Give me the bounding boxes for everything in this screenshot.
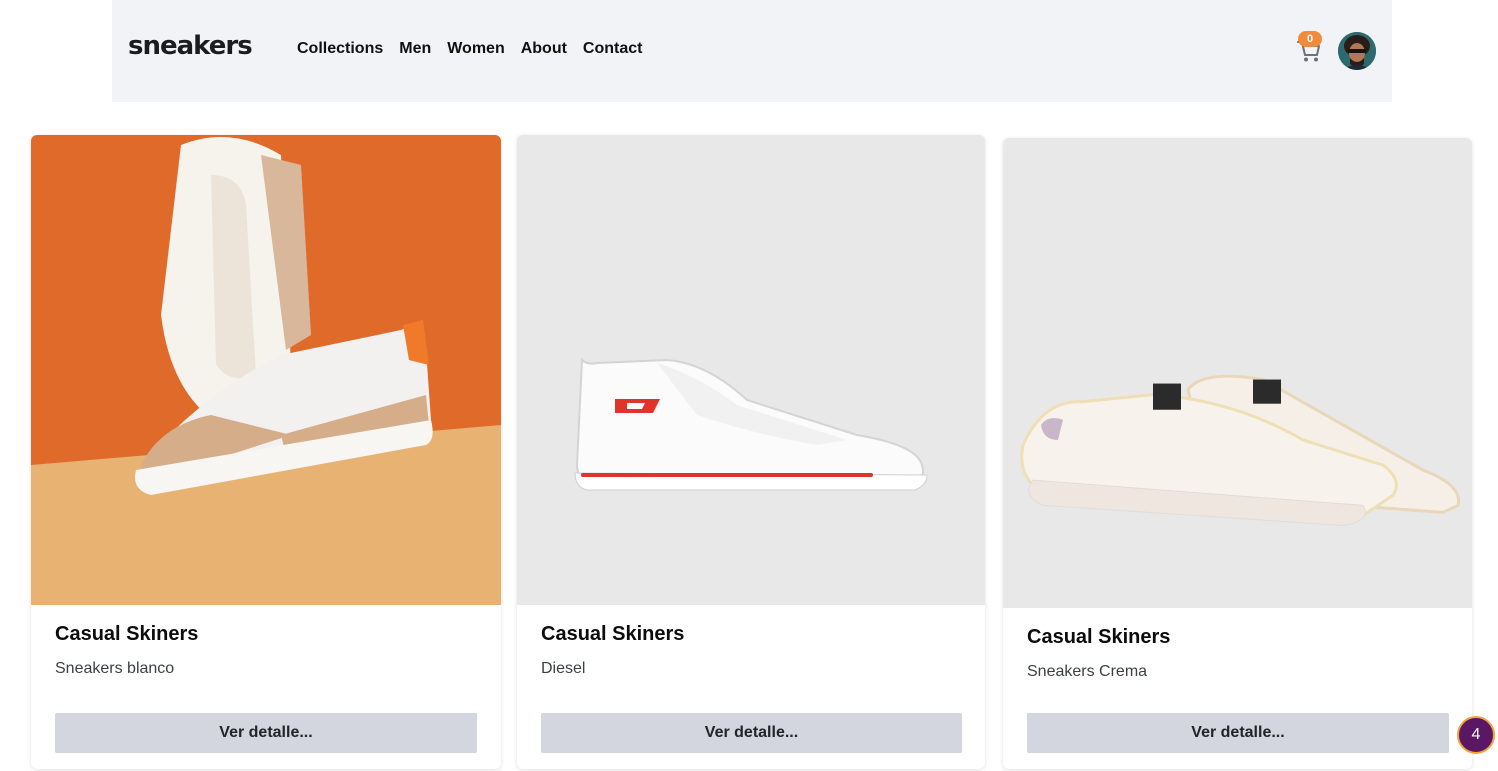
product-title: Casual Skiners [55,623,199,645]
nav-about[interactable]: About [521,40,567,58]
product-card: Casual Skiners Sneakers Crema Ver detall… [1003,138,1472,769]
product-title: Casual Skiners [541,623,685,645]
view-detail-button[interactable]: Ver detalle... [1027,713,1449,753]
view-detail-button[interactable]: Ver detalle... [55,713,477,753]
floating-count-button[interactable]: 4 [1457,716,1495,754]
nav-collections[interactable]: Collections [297,40,383,58]
product-subtitle: Sneakers Crema [1027,663,1148,680]
product-card: Casual Skiners Diesel Ver detalle... [517,135,985,769]
user-avatar[interactable] [1338,32,1376,70]
product-image-white-sneakers [31,135,501,605]
product-image-diesel-hightop [517,135,985,605]
product-title: Casual Skiners [1027,626,1171,648]
site-logo[interactable]: sneakers [128,31,253,61]
view-detail-button[interactable]: Ver detalle... [541,713,962,753]
nav-women[interactable]: Women [447,40,504,58]
nav-men[interactable]: Men [399,40,431,58]
product-card: Casual Skiners Sneakers blanco Ver detal… [31,135,501,769]
product-subtitle: Sneakers blanco [55,660,175,677]
site-header: sneakers Collections Men Women About Con… [112,0,1392,102]
product-subtitle: Diesel [541,660,586,677]
cart-count-badge: 0 [1298,31,1322,47]
main-nav: Collections Men Women About Contact [297,40,642,58]
product-image-cream-sneakers [1003,138,1472,608]
nav-contact[interactable]: Contact [583,40,643,58]
